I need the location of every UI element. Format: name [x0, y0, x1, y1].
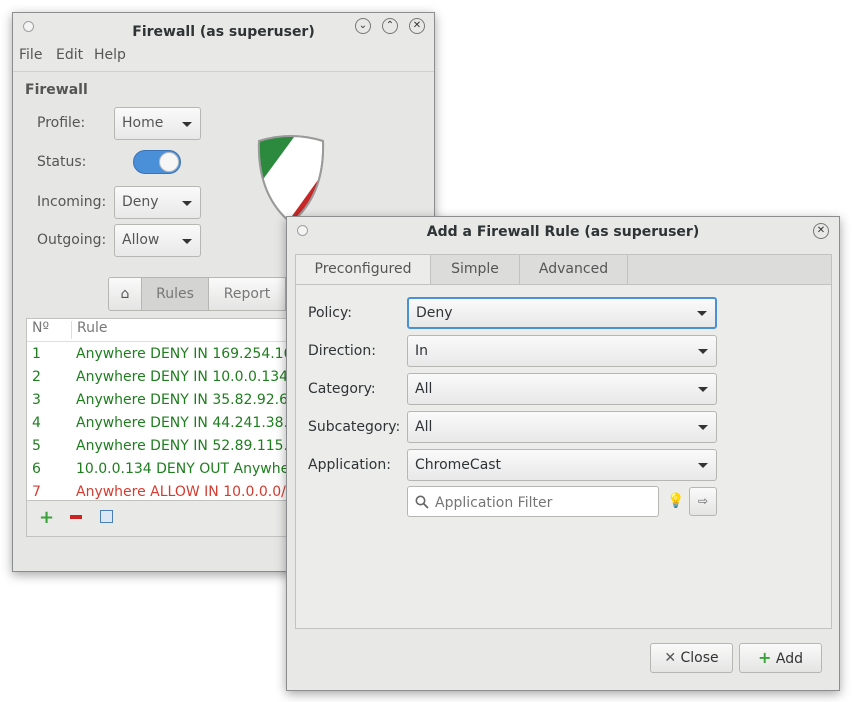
profile-label: Profile:	[37, 115, 86, 131]
application-filter-input[interactable]	[433, 490, 657, 515]
rule-text: Anywhere DENY IN 52.89.115.53	[76, 438, 306, 454]
chevron-down-icon	[182, 200, 192, 206]
menu-help[interactable]: Help	[94, 47, 126, 63]
edit-rule-icon[interactable]	[100, 510, 113, 523]
dialog-titlebar[interactable]: Add a Firewall Rule (as superuser) ✕	[287, 217, 839, 247]
menu-edit[interactable]: Edit	[56, 47, 83, 63]
add-rule-dialog: Add a Firewall Rule (as superuser) ✕ Pre…	[286, 216, 840, 691]
category-value: All	[415, 381, 433, 397]
tab-simple[interactable]: Simple	[431, 254, 520, 284]
menubar: File Edit Help	[13, 43, 434, 72]
header-divider	[71, 321, 72, 339]
status-label: Status:	[37, 154, 87, 170]
direction-combo[interactable]: In	[407, 335, 717, 367]
rule-text: Anywhere DENY IN 44.241.38.2	[76, 415, 297, 431]
home-tab[interactable]: ⌂	[108, 277, 142, 311]
chevron-down-icon	[698, 349, 708, 354]
rule-text: Anywhere DENY IN 169.254.100	[76, 346, 302, 362]
rule-number: 5	[32, 438, 41, 454]
arrow-right-icon: ⇨	[697, 494, 709, 508]
close-icon: ✕	[664, 650, 677, 666]
section-title: Firewall	[25, 82, 88, 98]
add-button-label: Add	[775, 651, 803, 667]
close-button-label: Close	[680, 650, 719, 666]
rule-text: Anywhere DENY IN 10.0.0.134 #	[76, 369, 305, 385]
toggle-knob	[159, 152, 179, 172]
header-rule[interactable]: Rule	[77, 320, 107, 336]
incoming-value: Deny	[122, 194, 159, 210]
rule-number: 1	[32, 346, 41, 362]
outgoing-label: Outgoing:	[37, 232, 107, 248]
add-button[interactable]: + Add	[739, 643, 822, 673]
tab-advanced-label: Advanced	[538, 261, 609, 277]
application-value: ChromeCast	[415, 457, 502, 473]
close-button[interactable]: ✕ Close	[650, 643, 733, 673]
chevron-down-icon	[182, 238, 192, 244]
subcategory-combo[interactable]: All	[407, 411, 717, 443]
menu-file[interactable]: File	[19, 47, 42, 63]
maximize-icon[interactable]: ⌃	[382, 18, 398, 34]
rule-number: 3	[32, 392, 41, 408]
close-icon[interactable]: ✕	[813, 223, 829, 239]
profile-value: Home	[122, 115, 164, 131]
chevron-down-icon	[698, 425, 708, 430]
policy-combo[interactable]: Deny	[407, 297, 717, 329]
chevron-down-icon	[697, 311, 707, 316]
application-label: Application:	[308, 457, 391, 473]
direction-label: Direction:	[308, 343, 376, 359]
tab-report-label: Report	[223, 286, 271, 302]
profile-combo[interactable]: Home	[114, 107, 201, 140]
outgoing-value: Allow	[122, 232, 160, 248]
subcategory-value: All	[415, 419, 433, 435]
chevron-down-icon	[698, 463, 708, 468]
tab-simple-label: Simple	[451, 261, 499, 277]
tab-rules[interactable]: Rules	[141, 277, 209, 311]
tab-preconfigured[interactable]: Preconfigured	[295, 254, 431, 285]
minimize-icon[interactable]: ⌄	[355, 18, 371, 34]
tab-rules-label: Rules	[156, 286, 194, 302]
application-combo[interactable]: ChromeCast	[407, 449, 717, 481]
dialog-title: Add a Firewall Rule (as superuser)	[426, 224, 700, 240]
rule-text: Anywhere ALLOW IN 10.0.0.0/2	[76, 484, 295, 500]
apply-filter-button[interactable]: ⇨	[689, 487, 717, 516]
status-toggle[interactable]	[133, 150, 181, 174]
rule-text: 10.0.0.134 DENY OUT Anywhere	[76, 461, 304, 477]
application-filter-field[interactable]	[407, 486, 659, 517]
tab-report[interactable]: Report	[208, 277, 286, 311]
tab-preconfigured-label: Preconfigured	[314, 261, 412, 277]
tab-advanced[interactable]: Advanced	[520, 254, 628, 284]
rule-number: 4	[32, 415, 41, 431]
add-rule-icon[interactable]: +	[39, 507, 54, 528]
subcategory-label: Subcategory:	[308, 419, 401, 435]
rule-number: 2	[32, 369, 41, 385]
shield-icon	[257, 135, 325, 225]
rule-number: 6	[32, 461, 41, 477]
outgoing-combo[interactable]: Allow	[114, 224, 201, 257]
category-label: Category:	[308, 381, 376, 397]
chevron-down-icon	[182, 121, 192, 127]
incoming-combo[interactable]: Deny	[114, 186, 201, 219]
home-icon: ⌂	[120, 286, 130, 302]
direction-value: In	[415, 343, 429, 359]
category-combo[interactable]: All	[407, 373, 717, 405]
rule-text: Anywhere DENY IN 35.82.92.68	[76, 392, 297, 408]
remove-rule-icon[interactable]	[70, 515, 82, 519]
close-icon[interactable]: ✕	[409, 18, 425, 34]
policy-value: Deny	[416, 305, 453, 321]
search-icon	[415, 495, 429, 509]
incoming-label: Incoming:	[37, 194, 107, 210]
rule-number: 7	[32, 484, 41, 500]
lightbulb-icon: 💡	[667, 493, 685, 509]
policy-label: Policy:	[308, 305, 352, 321]
add-icon: +	[758, 648, 772, 667]
chevron-down-icon	[698, 387, 708, 392]
header-number[interactable]: Nº	[32, 320, 49, 336]
